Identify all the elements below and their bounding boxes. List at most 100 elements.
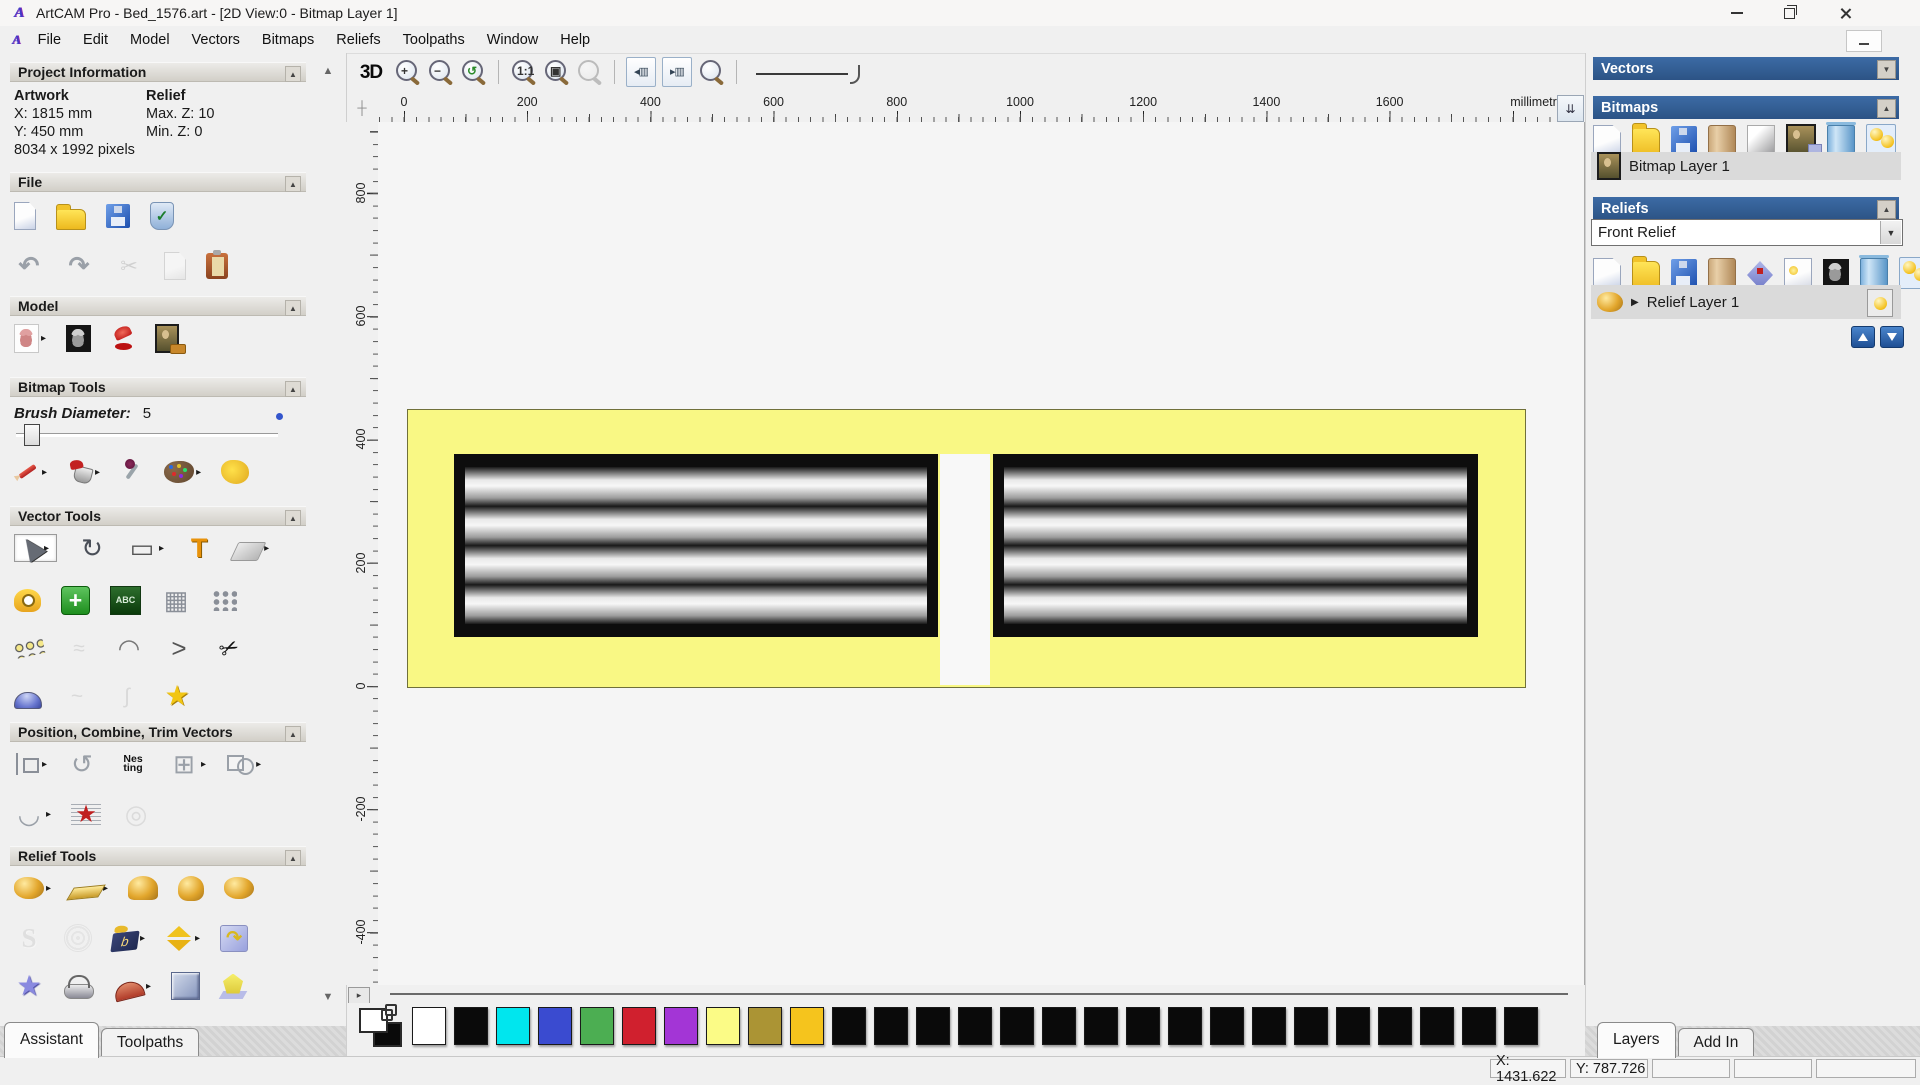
- nesting-icon[interactable]: Nes ting: [117, 748, 149, 780]
- view-3d-button[interactable]: 3D: [354, 56, 388, 88]
- section-header-project-information[interactable]: Project Information ▲: [10, 62, 306, 82]
- collapse-arrow-icon[interactable]: ▲: [285, 381, 301, 397]
- align-vectors-icon[interactable]: ▸: [14, 753, 47, 775]
- collapse-arrow-icon[interactable]: ▲: [285, 66, 301, 82]
- split-relief-icon[interactable]: [224, 877, 255, 899]
- menu-item-window[interactable]: Window: [476, 28, 550, 52]
- reliefs-section-header[interactable]: Reliefs ▲: [1593, 197, 1899, 220]
- flyout-arrow-icon[interactable]: ▸: [201, 759, 206, 770]
- palette-swatch[interactable]: [916, 1007, 950, 1045]
- flyout-arrow-icon[interactable]: ▸: [196, 467, 201, 478]
- merge-bitmap-icon[interactable]: [1708, 124, 1736, 155]
- palette-swatch[interactable]: [748, 1007, 782, 1045]
- zoom-out-icon[interactable]: −: [427, 59, 454, 86]
- rotate-relief-icon[interactable]: ↷: [220, 924, 249, 952]
- palette-swatch[interactable]: [1210, 1007, 1244, 1045]
- previous-view-button[interactable]: ◂▥: [626, 57, 656, 87]
- lighting-icon[interactable]: [111, 325, 135, 351]
- ruler-unit-dropdown-button[interactable]: ⇊: [1557, 95, 1584, 122]
- close-button[interactable]: [1822, 0, 1868, 26]
- collapse-arrow-icon[interactable]: ▲: [1877, 200, 1896, 219]
- tab-layers[interactable]: Layers: [1597, 1022, 1676, 1058]
- minimize-button[interactable]: [1714, 0, 1760, 26]
- delete-relief-layer-icon[interactable]: [1859, 254, 1889, 288]
- paint-icon[interactable]: ▸: [14, 459, 47, 485]
- palette-swatch[interactable]: [1462, 1007, 1496, 1045]
- delete-bitmap-layer-icon[interactable]: [1826, 121, 1856, 155]
- zoom-previous-icon[interactable]: ↺: [460, 59, 487, 86]
- palette-swatch[interactable]: [664, 1007, 698, 1045]
- trim-vectors-icon[interactable]: ✂: [214, 632, 244, 664]
- flyout-arrow-icon[interactable]: ▸: [256, 759, 261, 770]
- move-layer-up-button[interactable]: [1851, 326, 1875, 348]
- preview-relief-layer-icon[interactable]: [1784, 257, 1812, 288]
- ruler-origin-button[interactable]: ┼: [346, 92, 379, 123]
- palette-swatch[interactable]: [454, 1007, 488, 1045]
- zoom-1to1-icon[interactable]: 1:1: [510, 59, 537, 86]
- palette-swatch[interactable]: [1504, 1007, 1538, 1045]
- greyscale-from-relief-icon[interactable]: [1823, 258, 1849, 287]
- create-rectangle-icon[interactable]: ▭ ▸: [127, 532, 164, 564]
- relief-layer-row[interactable]: ▶ Relief Layer 1: [1591, 285, 1901, 319]
- palette-swatch[interactable]: [706, 1007, 740, 1045]
- join-vectors-icon[interactable]: ◡ ▸: [14, 798, 51, 830]
- move-layer-down-button[interactable]: [1880, 326, 1904, 348]
- menu-item-bitmaps[interactable]: Bitmaps: [251, 28, 325, 52]
- profile-relief-icon[interactable]: ▸: [112, 974, 151, 1002]
- flyout-arrow-icon[interactable]: ▸: [46, 809, 51, 820]
- greyscale-preview-icon[interactable]: [66, 324, 92, 352]
- load-reference-image-icon[interactable]: [155, 323, 187, 354]
- flyout-arrow-icon[interactable]: ▸: [140, 933, 145, 944]
- maximize-button[interactable]: [1766, 0, 1812, 26]
- palette-swatch[interactable]: [958, 1007, 992, 1045]
- new-bitmap-layer-icon[interactable]: [1593, 124, 1621, 155]
- save-relief-layer-icon[interactable]: [1671, 258, 1697, 287]
- horizontal-scrollbar[interactable]: [390, 993, 1568, 995]
- flyout-arrow-icon[interactable]: ▸: [146, 981, 151, 992]
- new-model-icon[interactable]: [14, 202, 36, 230]
- palette-swatch[interactable]: [1378, 1007, 1412, 1045]
- measure-icon[interactable]: [14, 588, 41, 612]
- emboss-relief-icon[interactable]: [171, 972, 201, 1000]
- collapse-arrow-icon[interactable]: ▲: [285, 726, 301, 742]
- toggle-all-relief-visibility-icon[interactable]: [1899, 256, 1920, 289]
- palette-swatch[interactable]: [1336, 1007, 1370, 1045]
- flyout-arrow-icon[interactable]: ▸: [42, 759, 47, 770]
- palette-swatch[interactable]: [622, 1007, 656, 1045]
- select-vectors-icon[interactable]: ▸: [14, 533, 58, 563]
- create-text-block-icon[interactable]: ABC: [110, 585, 141, 615]
- palette-swatch[interactable]: [1000, 1007, 1034, 1045]
- star-tool-icon[interactable]: ★: [162, 680, 192, 712]
- flyout-arrow-icon[interactable]: ▸: [195, 933, 200, 944]
- panel-scroll-up-icon[interactable]: ▲: [320, 65, 336, 77]
- mirror-vectors-icon[interactable]: ∫: [112, 680, 142, 712]
- copy-icon[interactable]: [164, 252, 186, 280]
- roller-relief-icon[interactable]: [64, 973, 94, 999]
- panel-scroll-down-icon[interactable]: ▼: [320, 991, 336, 1003]
- zoom-in-icon[interactable]: +: [394, 59, 421, 86]
- palette-swatch[interactable]: [832, 1007, 866, 1045]
- next-view-button[interactable]: ▸▥: [662, 57, 692, 87]
- cut-icon[interactable]: ✂: [114, 250, 144, 282]
- palette-swatch[interactable]: [1084, 1007, 1118, 1045]
- menu-item-vectors[interactable]: Vectors: [181, 28, 251, 52]
- palette-swatch[interactable]: [1126, 1007, 1160, 1045]
- section-header-model[interactable]: Model ▲: [10, 296, 306, 316]
- fit-curve-icon[interactable]: ~: [62, 680, 92, 712]
- menu-item-edit[interactable]: Edit: [72, 28, 119, 52]
- collapse-arrow-icon[interactable]: ▲: [1877, 99, 1896, 118]
- collapse-arrow-icon[interactable]: ▲: [285, 176, 301, 192]
- preview-relief-icon[interactable]: [698, 59, 725, 86]
- collapse-arrow-icon[interactable]: ▲: [285, 510, 301, 526]
- canvas-2d-view[interactable]: [378, 122, 1585, 985]
- colour-picker-icon[interactable]: [120, 459, 144, 485]
- weave-wizard-icon[interactable]: [64, 924, 92, 952]
- section-header-relief-tools[interactable]: Relief Tools ▲: [10, 846, 306, 866]
- dropdown-arrow-icon[interactable]: ▼: [1880, 221, 1901, 244]
- expand-arrow-icon[interactable]: ▼: [1877, 60, 1896, 79]
- zoom-fit-icon[interactable]: ▣: [543, 59, 570, 86]
- spiral-tool-icon[interactable]: ◎: [121, 798, 151, 830]
- palette-swatch[interactable]: [1168, 1007, 1202, 1045]
- new-relief-layer-icon[interactable]: [1593, 257, 1621, 288]
- flyout-arrow-icon[interactable]: ▸: [159, 543, 164, 554]
